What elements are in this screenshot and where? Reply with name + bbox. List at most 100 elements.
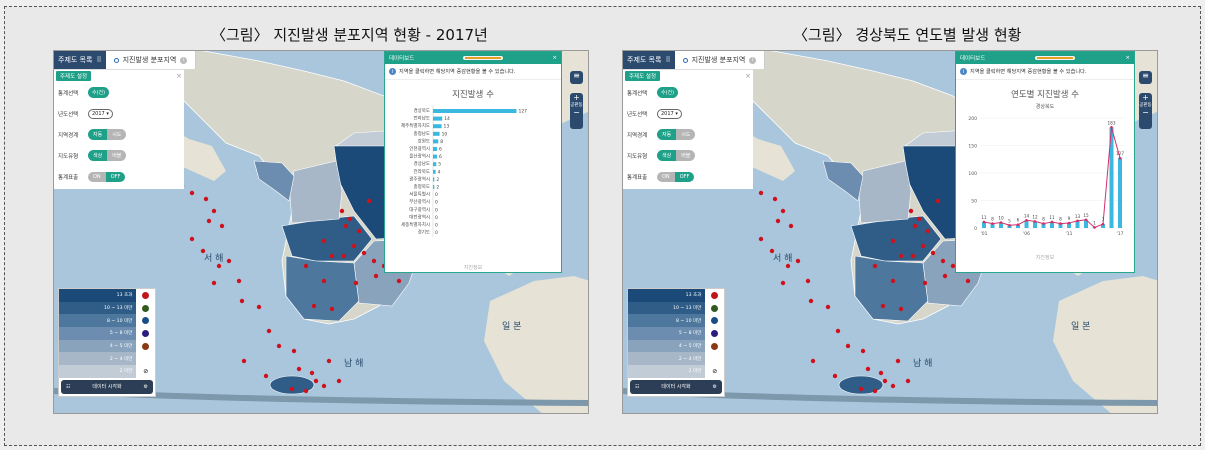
layer-button[interactable]: ≡ [570, 71, 583, 84]
tab-label: 지진발생 분포지역 [122, 56, 177, 64]
toggle-option[interactable]: 버블 [107, 150, 127, 161]
data-visualization-button[interactable]: ☷ 데이터 시각화 ⚙ [630, 379, 722, 394]
earthquake-dot [311, 303, 317, 309]
legend-dot[interactable] [711, 291, 719, 299]
earthquake-dot [347, 216, 353, 222]
tab-earthquake[interactable]: 지진발생 분포지역 i [105, 51, 197, 69]
option-toggle[interactable]: 자동 시도 [657, 129, 696, 140]
legend-dot[interactable] [711, 317, 719, 325]
category-label: 강원도 [418, 137, 430, 144]
theme-list-button[interactable]: 주제도 목록 ⠿ [623, 51, 675, 69]
display-toggle[interactable]: ON OFF [88, 171, 126, 182]
dashboard-note: i 지역을 클릭하면 해당지역 증감현황을 볼 수 있습니다. [385, 64, 561, 80]
legend-dot[interactable] [142, 329, 150, 337]
settings-row-label: 통계선택 [627, 90, 648, 97]
gear-icon[interactable]: ⚙ [713, 384, 717, 390]
legend-row[interactable]: 5 ~ 8 미만 [628, 327, 724, 340]
legend-row[interactable]: 4 ~ 5 미만 [59, 339, 155, 353]
legend-dot[interactable] [142, 317, 150, 325]
toggle-option[interactable]: 자동 [657, 129, 677, 140]
info-icon[interactable]: i [749, 56, 757, 64]
legend-row[interactable]: 2 미만 ⊘ [628, 365, 724, 378]
data-label: 12 [1032, 214, 1038, 219]
earthquake-dot [396, 278, 402, 284]
legend-dot[interactable] [142, 342, 150, 350]
data-visualization-button[interactable]: ☷ 데이터 시각화 ⚙ [61, 379, 153, 394]
theme-list-button[interactable]: 주제도 목록 ⠿ [54, 51, 106, 69]
earthquake-dot [890, 238, 896, 244]
caption-right: 〈그림〉 경상북도 연도별 발생 현황 [793, 26, 1022, 44]
legend-dot[interactable] [711, 304, 719, 312]
list-icon: ☷ [66, 383, 71, 390]
legend-row[interactable]: 10 ~ 13 미만 [59, 301, 155, 315]
legend-row[interactable]: 2 ~ 4 미만 [628, 352, 724, 366]
layer-button[interactable]: ≡ [1139, 71, 1152, 84]
zoom-in-button[interactable]: + [1142, 93, 1149, 102]
zoom-out-button[interactable]: − [1142, 108, 1149, 117]
data-label: 5 [1008, 218, 1011, 223]
legend-row[interactable]: 13 초과 [59, 289, 155, 302]
data-label: 14 [444, 116, 450, 122]
data-label: 0 [435, 192, 438, 198]
zoom-out-button[interactable]: − [573, 108, 580, 117]
stat-select-button[interactable]: 수(건) [88, 87, 110, 98]
toggle-option[interactable]: 시도 [107, 129, 127, 140]
legend-row[interactable]: 2 미만 ⊘ [59, 365, 155, 378]
zoom-in-button[interactable]: + [573, 93, 580, 102]
legend-dot[interactable] [142, 291, 150, 299]
data-visualization-label: 데이터 시각화 [92, 384, 122, 391]
data-label: 10 [442, 131, 448, 137]
legend-row[interactable]: 10 ~ 13 미만 [628, 301, 724, 315]
bar [433, 131, 440, 136]
earthquake-dot [361, 250, 367, 256]
stat-select-button[interactable]: 수(건) [657, 87, 679, 98]
toggle-option[interactable]: ON [88, 171, 106, 182]
earthquake-dot [341, 253, 347, 259]
top-bar: 주제도 목록 ⠿ 지진발생 분포지역 i [623, 51, 766, 69]
legend-row[interactable]: 4 ~ 5 미만 [628, 339, 724, 353]
option-toggle[interactable]: 색상 버블 [88, 150, 127, 161]
toggle-option[interactable]: 색상 [88, 150, 108, 161]
toggle-option[interactable]: OFF [674, 171, 695, 182]
earthquake-dot [366, 198, 372, 204]
toggle-option[interactable]: 색상 [657, 150, 677, 161]
close-icon[interactable]: × [176, 72, 182, 80]
toggle-option[interactable]: ON [657, 171, 675, 182]
legend-dot[interactable] [711, 342, 719, 350]
toggle-option[interactable]: 자동 [88, 129, 108, 140]
category-label: 부산광역시 [409, 198, 430, 205]
toggle-option[interactable]: 시도 [676, 129, 696, 140]
display-toggle[interactable]: ON OFF [657, 171, 695, 182]
no-symbol-icon[interactable]: ⊘ [143, 368, 148, 375]
earthquake-dot [321, 278, 327, 284]
caption-left: 〈그림〉 지진발생 분포지역 현황 - 2017년 [211, 26, 488, 44]
no-symbol-icon[interactable]: ⊘ [712, 368, 717, 375]
toggle-option[interactable]: 버블 [676, 150, 696, 161]
year-select[interactable]: 2017 ▾ [88, 108, 113, 119]
tab-earthquake[interactable]: 지진발생 분포지역 i [674, 51, 766, 69]
data-point [1059, 222, 1062, 225]
data-point [1033, 220, 1037, 223]
map-panel-left: 주제도 목록 ⠿ 지진발생 분포지역 i 주제도 설정 × 통계선택 수(건) 년도선택 20… [53, 50, 589, 414]
option-toggle[interactable]: 색상 버블 [657, 150, 696, 161]
info-icon[interactable]: i [180, 56, 188, 64]
data-label: 8 [991, 217, 994, 222]
legend-row[interactable]: 8 ~ 10 미만 [59, 314, 155, 328]
earthquake-dot [211, 280, 217, 286]
close-icon[interactable]: × [1125, 55, 1130, 61]
toggle-option[interactable]: OFF [105, 171, 126, 182]
earthquake-dot [339, 208, 345, 214]
legend-range: 4 ~ 5 미만 [628, 339, 706, 353]
gear-icon[interactable]: ⚙ [144, 384, 148, 390]
legend-row[interactable]: 13 초과 [628, 289, 724, 302]
close-icon[interactable]: × [552, 55, 557, 61]
legend-row[interactable]: 8 ~ 10 미만 [628, 314, 724, 328]
year-select[interactable]: 2017 ▾ [657, 108, 682, 119]
earthquake-dot [805, 278, 811, 284]
option-toggle[interactable]: 자동 시도 [88, 129, 127, 140]
close-icon[interactable]: × [745, 72, 751, 80]
legend-row[interactable]: 2 ~ 4 미만 [59, 352, 155, 366]
legend-dot[interactable] [142, 304, 150, 312]
legend-row[interactable]: 5 ~ 8 미만 [59, 327, 155, 340]
legend-dot[interactable] [711, 329, 719, 337]
